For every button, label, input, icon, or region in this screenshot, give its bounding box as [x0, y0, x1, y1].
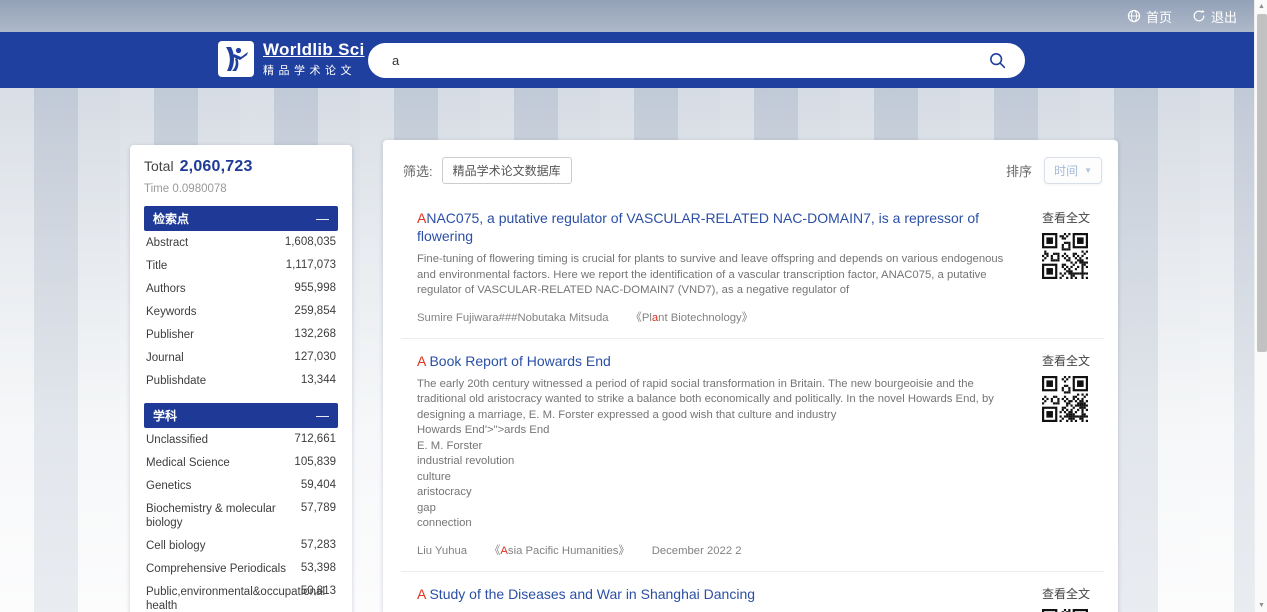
sort-dropdown[interactable]: 时间 ▼ — [1044, 157, 1102, 184]
facet-section-header-searchfield[interactable]: 检索点 — — [144, 206, 338, 231]
facet-row-cell-biology[interactable]: Cell biology 57,283 — [144, 534, 338, 557]
result-extra-line: aristocracy — [417, 485, 1022, 501]
result-title-link[interactable]: ANAC075, a putative regulator of VASCULA… — [417, 209, 1022, 245]
result-title-link[interactable]: A Study of the Diseases and War in Shang… — [417, 585, 1022, 603]
chevron-down-icon: ▼ — [1084, 166, 1092, 175]
scroll-up-icon[interactable]: ▲ — [1255, 0, 1267, 13]
home-label: 首页 — [1146, 7, 1172, 26]
facet-row-authors[interactable]: Authors 955,998 — [144, 277, 338, 300]
result-main: A Study of the Diseases and War in Shang… — [417, 585, 1042, 612]
result-extra-line: Howards End'>">ards End — [417, 423, 1022, 439]
result-item: A Book Report of Howards End The early 2… — [401, 339, 1104, 572]
search-button[interactable] — [985, 49, 1009, 73]
result-abstract: Fine-tuning of flowering timing is cruci… — [417, 252, 1022, 299]
collapse-icon[interactable]: — — [316, 408, 329, 423]
facet-row-genetics[interactable]: Genetics 59,404 — [144, 474, 338, 497]
facet-row-journal[interactable]: Journal 127,030 — [144, 346, 338, 369]
result-item: ANAC075, a putative regulator of VASCULA… — [401, 196, 1104, 339]
view-fulltext-link[interactable]: 查看全文 — [1042, 209, 1104, 226]
search-box — [368, 43, 1025, 78]
scrollbar-thumb[interactable] — [1257, 14, 1267, 352]
facet-row-publishdate[interactable]: Publishdate 13,344 — [144, 369, 338, 392]
result-extra-line: gap — [417, 501, 1022, 517]
window-scrollbar[interactable]: ▲ ▼ — [1254, 0, 1267, 612]
result-journal: 《Asia Pacific Humanities》 — [489, 545, 630, 557]
qr-code — [1042, 609, 1088, 612]
result-main: A Book Report of Howards End The early 2… — [417, 352, 1042, 558]
result-side: 查看全文 — [1042, 209, 1104, 325]
scroll-down-icon[interactable]: ▼ — [1255, 599, 1267, 612]
filter-label: 筛选: — [403, 161, 433, 180]
facet-row-keywords[interactable]: Keywords 259,854 — [144, 300, 338, 323]
facet-row-unclassified[interactable]: Unclassified 712,661 — [144, 428, 338, 451]
brand-logo-icon — [218, 41, 254, 77]
result-authors: Sumire Fujiwara###Nobutaka Mitsuda — [417, 312, 609, 324]
database-filter-chip[interactable]: 精品学术论文数据库 — [442, 157, 572, 184]
view-fulltext-link[interactable]: 查看全文 — [1042, 352, 1104, 369]
total-value: 2,060,723 — [180, 158, 253, 175]
header: Worldlib Sci 精品学术论文 — [0, 32, 1267, 88]
logout-label: 退出 — [1211, 7, 1237, 26]
result-extra-line: connection — [417, 516, 1022, 532]
search-input[interactable] — [392, 53, 985, 68]
sort-label: 排序 — [1006, 161, 1032, 180]
top-bar: 首页 退出 — [0, 0, 1267, 32]
home-link[interactable]: 首页 — [1127, 7, 1172, 26]
facet-row-title[interactable]: Title 1,117,073 — [144, 254, 338, 277]
result-abstract: The early 20th century witnessed a perio… — [417, 377, 1022, 424]
qr-code — [1042, 233, 1088, 279]
result-extra-line: E. M. Forster — [417, 439, 1022, 455]
results-panel: 筛选: 精品学术论文数据库 排序 时间 ▼ ANAC075, a putativ… — [383, 140, 1118, 612]
brand-text: Worldlib Sci 精品学术论文 — [263, 40, 365, 78]
facet-sidebar: Total2,060,723 Time 0.0980078 检索点 — Abst… — [130, 145, 352, 612]
result-side: 查看全文 — [1042, 585, 1104, 612]
logout-icon — [1192, 9, 1206, 23]
globe-icon — [1127, 9, 1141, 23]
result-main: ANAC075, a putative regulator of VASCULA… — [417, 209, 1042, 325]
result-meta: Liu Yuhua 《Asia Pacific Humanities》 Decemb… — [417, 542, 1022, 558]
result-authors: Liu Yuhua — [417, 545, 467, 557]
facet-row-medical-science[interactable]: Medical Science 105,839 — [144, 451, 338, 474]
facet-row-publisher[interactable]: Publisher 132,268 — [144, 323, 338, 346]
result-side: 查看全文 — [1042, 352, 1104, 558]
facet-row-abstract[interactable]: Abstract 1,608,035 — [144, 231, 338, 254]
facet-row-biochemistry[interactable]: Biochemistry & molecular biology 57,789 — [144, 497, 338, 534]
view-fulltext-link[interactable]: 查看全文 — [1042, 585, 1104, 602]
result-item: A Study of the Diseases and War in Shang… — [401, 572, 1104, 612]
filter-toolbar: 筛选: 精品学术论文数据库 排序 时间 ▼ — [401, 140, 1104, 196]
result-journal: 《Plant Biotechnology》 — [631, 312, 753, 324]
qr-code — [1042, 376, 1088, 422]
result-meta: Sumire Fujiwara###Nobutaka Mitsuda 《Plant… — [417, 309, 1022, 325]
total-count: Total2,060,723 — [144, 158, 338, 176]
facet-section-header-subject[interactable]: 学科 — — [144, 403, 338, 428]
result-extra-line: culture — [417, 470, 1022, 486]
query-time: Time 0.0980078 — [144, 183, 338, 195]
result-date: December 2022 2 — [652, 545, 742, 557]
brand-title: Worldlib Sci — [263, 40, 365, 60]
brand[interactable]: Worldlib Sci 精品学术论文 — [218, 40, 365, 78]
collapse-icon[interactable]: — — [316, 211, 329, 226]
facet-row-comprehensive-periodicals[interactable]: Comprehensive Periodicals 53,398 — [144, 557, 338, 580]
search-icon — [988, 51, 1007, 70]
facet-row-public-health[interactable]: Public,environmental&occupational health… — [144, 580, 338, 612]
logout-link[interactable]: 退出 — [1192, 7, 1237, 26]
result-title-link[interactable]: A Book Report of Howards End — [417, 352, 1022, 370]
result-extra-line: industrial revolution — [417, 454, 1022, 470]
page: 首页 退出 Worldlib Sci 精品学术论文 — [0, 0, 1267, 612]
brand-subtitle: 精品学术论文 — [263, 62, 365, 78]
